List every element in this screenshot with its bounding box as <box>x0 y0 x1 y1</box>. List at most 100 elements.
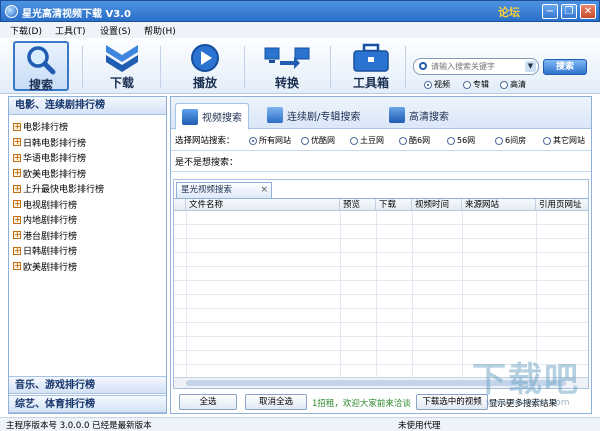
category-music-heading[interactable]: 音乐、游戏排行榜 <box>9 376 166 394</box>
tab-series-search[interactable]: 连续剧/专辑搜索 <box>267 103 360 127</box>
forum-link[interactable]: 论坛 <box>498 4 520 20</box>
proxy-status: 未使用代理 <box>398 421 441 431</box>
list-item-label: 欧美电影排行榜 <box>23 169 87 180</box>
category-variety-heading[interactable]: 综艺、体育排行榜 <box>9 395 166 413</box>
list-item[interactable]: + 电影排行榜 <box>13 119 163 135</box>
hd-icon <box>389 107 405 123</box>
expand-plus-icon[interactable]: + <box>13 262 21 271</box>
expand-plus-icon[interactable]: + <box>13 200 21 209</box>
watermark-url: www.xiazaiba.com <box>486 398 570 408</box>
list-item[interactable]: + 电视剧排行榜 <box>13 197 163 213</box>
site-option-6room[interactable]: 6间房 <box>495 135 526 146</box>
tab-hd-search[interactable]: 高清搜索 <box>389 103 449 127</box>
play-tool-button[interactable]: 播放 <box>177 41 233 91</box>
ranking-list: + 电影排行榜 + 日韩电影排行榜 + 华语电影排行榜 + 欧美电影排行榜 + 上升最快电… <box>13 119 163 274</box>
expand-plus-icon[interactable]: + <box>13 184 21 193</box>
select-all-button[interactable]: 全选 <box>179 394 237 410</box>
app-icon <box>5 5 18 18</box>
list-item[interactable]: + 欧美电影排行榜 <box>13 166 163 182</box>
list-item-label: 内地剧排行榜 <box>23 216 78 227</box>
list-item[interactable]: + 港台剧排行榜 <box>13 228 163 244</box>
video-icon <box>182 108 198 125</box>
menu-help[interactable]: 帮助(H) <box>144 24 176 37</box>
site-option-tudou[interactable]: 土豆网 <box>350 135 384 146</box>
radio-dot[interactable] <box>543 136 551 145</box>
minimize-button[interactable]: − <box>542 4 558 19</box>
search-type-album[interactable]: 专辑 <box>463 79 489 90</box>
list-item-label: 日韩剧排行榜 <box>23 247 78 258</box>
radio-dot[interactable] <box>350 136 358 145</box>
close-button[interactable]: ✕ <box>580 4 596 19</box>
radio-dot[interactable] <box>447 136 455 145</box>
expand-plus-icon[interactable]: + <box>13 246 21 255</box>
convert-tool-button[interactable]: 转换 <box>259 41 315 91</box>
search-tool-button[interactable]: 搜索 <box>13 41 69 92</box>
radio-dot[interactable] <box>301 136 309 145</box>
radio-dot[interactable] <box>249 136 257 145</box>
results-tab-label: 星光视频搜索 <box>181 185 233 195</box>
search-type-video[interactable]: 视频 <box>424 79 450 90</box>
expand-plus-icon[interactable]: + <box>13 215 21 224</box>
toolbar-divider <box>244 46 245 88</box>
list-item-label: 电视剧排行榜 <box>23 200 78 211</box>
site-option-all[interactable]: 所有网站 <box>249 135 291 146</box>
search-type-hd[interactable]: 高清 <box>500 79 526 90</box>
column-header-duration[interactable]: 视频时间 <box>412 199 462 211</box>
title-bar: 星光高清视频下载 V3.0 论坛 − ❐ ✕ <box>0 0 600 22</box>
radio-label: 酷6网 <box>409 136 431 145</box>
column-header-page-url[interactable]: 引用页网址 <box>536 199 588 211</box>
site-option-56[interactable]: 56网 <box>447 135 475 146</box>
menu-tools[interactable]: 工具(T) <box>55 24 86 37</box>
expand-plus-icon[interactable]: + <box>13 122 21 131</box>
window-title: 星光高清视频下载 V3.0 <box>22 9 131 20</box>
site-option-youku[interactable]: 优酷网 <box>301 135 335 146</box>
list-item[interactable]: + 欧美剧排行榜 <box>13 259 163 275</box>
search-tabs: 视频搜索 连续剧/专辑搜索 高清搜索 <box>171 97 591 130</box>
toolbar-divider <box>330 46 331 88</box>
column-header-preview[interactable]: 预览 <box>340 199 376 211</box>
list-item[interactable]: + 上升最快电影排行榜 <box>13 181 163 197</box>
expand-plus-icon[interactable]: + <box>13 231 21 240</box>
expand-plus-icon[interactable]: + <box>13 138 21 147</box>
expand-plus-icon[interactable]: + <box>13 153 21 162</box>
divider <box>171 150 591 151</box>
column-header-download[interactable]: 下载 <box>376 199 412 211</box>
suggestion-label: 是不是想搜索： <box>175 158 239 168</box>
status-bar: 主程序版本号 3.0.0.0 已经是最新版本 未使用代理 <box>0 417 600 431</box>
expand-plus-icon[interactable]: + <box>13 169 21 178</box>
site-filter-label: 选择网站搜索： <box>175 136 235 146</box>
search-input[interactable] <box>431 61 523 72</box>
close-icon[interactable]: × <box>260 183 268 197</box>
list-item[interactable]: + 日韩电影排行榜 <box>13 135 163 151</box>
deselect-all-button[interactable]: 取消全选 <box>245 394 307 410</box>
toolbox-icon <box>353 43 389 72</box>
list-item[interactable]: + 内地剧排行榜 <box>13 212 163 228</box>
tab-video-search[interactable]: 视频搜索 <box>175 103 249 130</box>
ad-link[interactable]: 1招租，欢迎大家前来洽谈 <box>312 397 412 409</box>
radio-dot[interactable] <box>399 136 407 145</box>
site-option-other[interactable]: 其它网站 <box>543 135 585 146</box>
search-submit-button[interactable]: 搜索 <box>543 59 587 75</box>
results-tab[interactable]: 星光视频搜索 × <box>176 182 272 198</box>
chevron-down-icon[interactable]: ▼ <box>525 61 536 72</box>
download-chevron-icon <box>106 45 138 72</box>
radio-dot[interactable] <box>500 80 508 89</box>
radio-label: 专辑 <box>473 80 489 89</box>
convert-icon <box>264 47 310 69</box>
list-item[interactable]: + 华语电影排行榜 <box>13 150 163 166</box>
radio-dot[interactable] <box>424 80 432 89</box>
toolbox-tool-button[interactable]: 工具箱 <box>343 41 399 91</box>
category-movies-heading[interactable]: 电影、连续剧排行榜 <box>9 97 166 115</box>
site-option-ku6[interactable]: 酷6网 <box>399 135 430 146</box>
download-tool-button[interactable]: 下载 <box>94 41 150 91</box>
list-item[interactable]: + 日韩剧排行榜 <box>13 243 163 259</box>
menu-settings[interactable]: 设置(S) <box>100 24 131 37</box>
convert-tool-label: 转换 <box>274 76 299 90</box>
column-header-source[interactable]: 来源网站 <box>462 199 536 211</box>
column-header-filename[interactable]: 文件名称 <box>186 199 340 211</box>
radio-dot[interactable] <box>463 80 471 89</box>
menu-download[interactable]: 下载(D) <box>10 24 42 37</box>
restore-button[interactable]: ❐ <box>561 4 577 19</box>
radio-dot[interactable] <box>495 136 503 145</box>
toolbar-divider <box>160 46 161 88</box>
